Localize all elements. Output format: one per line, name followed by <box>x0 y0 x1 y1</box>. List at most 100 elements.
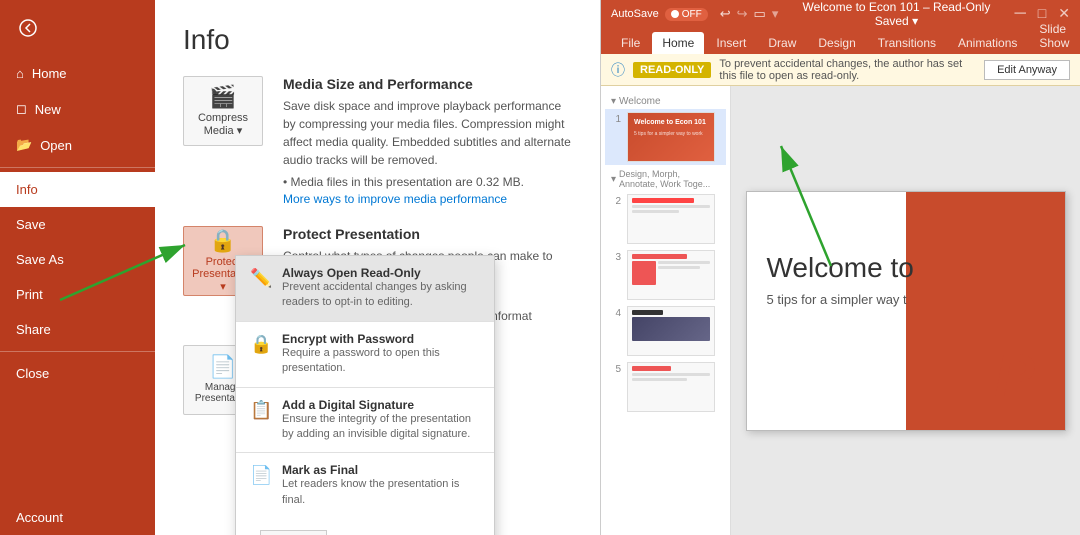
slide-thumb-2 <box>627 194 715 244</box>
presenter-icon[interactable]: ▭ <box>754 6 766 22</box>
slide-title-text-1: Welcome to Econ 101 <box>634 119 706 126</box>
sidebar-item-saveas[interactable]: Save As <box>0 242 155 277</box>
slide-item-1[interactable]: 1 Welcome to Econ 101 5 tips for a simpl… <box>605 109 726 165</box>
media-size-desc: Save disk space and improve playback per… <box>283 97 572 169</box>
lock-icon: 🔒 <box>209 230 236 252</box>
tab-home[interactable]: Home <box>652 32 704 54</box>
page-title: Info <box>183 24 572 56</box>
back-button[interactable] <box>8 8 48 48</box>
slide-thumb-5 <box>627 362 715 412</box>
sidebar-saveas-label: Save As <box>16 252 64 267</box>
tab-transitions[interactable]: Transitions <box>868 32 946 54</box>
home-icon: ⌂ <box>16 66 24 81</box>
sidebar-item-close[interactable]: Close <box>0 356 155 391</box>
media-size-text: Media Size and Performance Save disk spa… <box>283 76 572 206</box>
slide-thumb-1: Welcome to Econ 101 5 tips for a simpler… <box>627 112 715 162</box>
sidebar-new-label: New <box>35 102 61 117</box>
dropdown-item-password[interactable]: 🔒 Encrypt with Password Require a passwo… <box>236 322 494 387</box>
sidebar-home-label: Home <box>32 66 67 81</box>
sidebar-account-label: Account <box>16 510 63 525</box>
more-icon[interactable]: ▾ <box>772 6 779 22</box>
media-size-title: Media Size and Performance <box>283 76 572 92</box>
slide-group-welcome: ▾ Welcome <box>605 92 726 109</box>
sidebar-bottom: Account <box>0 500 155 535</box>
slide-main-title: Welcome to <box>767 252 914 284</box>
minimize-button[interactable]: ─ <box>1014 5 1025 23</box>
group-welcome-label: Welcome <box>619 96 661 107</box>
signature-content: Add a Digital Signature Ensure the integ… <box>282 398 480 443</box>
signature-desc: Ensure the integrity of the presentation… <box>282 412 480 443</box>
password-desc: Require a password to open this presenta… <box>282 346 480 377</box>
powerpoint-logo: P <box>994 341 1034 410</box>
sidebar-divider-1 <box>0 167 155 168</box>
sidebar-item-new[interactable]: ◻ New <box>0 91 155 127</box>
sidebar-save-label: Save <box>16 217 46 232</box>
media-size-section: 🎬 CompressMedia ▾ Media Size and Perform… <box>183 76 572 206</box>
slide-sub-text-1: 5 tips for a simpler way to work <box>634 131 703 137</box>
new-icon: ◻ <box>16 101 27 117</box>
sidebar-print-label: Print <box>16 287 43 302</box>
slide-bg-shape <box>906 192 1065 430</box>
signature-title: Add a Digital Signature <box>282 398 480 412</box>
final-icon: 📄 <box>250 465 272 486</box>
tab-insert[interactable]: Insert <box>706 32 756 54</box>
media-size-detail: Media files in this presentation are 0.3… <box>283 173 572 191</box>
sidebar: ⌂ Home ◻ New 📂 Open Info Save Save As Pr… <box>0 0 155 535</box>
tab-file[interactable]: File <box>611 32 650 54</box>
final-desc: Let readers know the presentation is fin… <box>282 477 480 508</box>
tab-draw[interactable]: Draw <box>758 32 806 54</box>
sidebar-item-save[interactable]: Save <box>0 207 155 242</box>
sidebar-item-print[interactable]: Print <box>0 277 155 312</box>
password-content: Encrypt with Password Require a password… <box>282 332 480 377</box>
left-panel: ⌂ Home ◻ New 📂 Open Info Save Save As Pr… <box>0 0 600 535</box>
tab-animations[interactable]: Animations <box>948 32 1027 54</box>
media-performance-link[interactable]: More ways to improve media performance <box>283 192 507 206</box>
history-row: History <box>236 518 494 535</box>
slide-num-5: 5 <box>609 362 621 375</box>
ribbon-tabs: File Home Insert Draw Design Transitions… <box>601 28 1080 54</box>
compress-media-button[interactable]: 🎬 CompressMedia ▾ <box>183 76 263 146</box>
slide-item-2[interactable]: 2 <box>605 191 726 247</box>
sidebar-info-label: Info <box>16 182 38 197</box>
slide-main-subtitle: 5 tips for a simpler way t <box>767 292 907 307</box>
readonly-title: Always Open Read-Only <box>282 266 480 280</box>
undo-icon[interactable]: ↩ <box>720 6 731 22</box>
slide-item-3[interactable]: 3 <box>605 247 726 303</box>
slide-num-2: 2 <box>609 194 621 207</box>
dropdown-item-signature[interactable]: 📋 Add a Digital Signature Ensure the int… <box>236 388 494 453</box>
slide-item-4[interactable]: 4 <box>605 303 726 359</box>
readonly-icon: ✏️ <box>250 268 272 289</box>
info-icon: ⓘ <box>611 60 625 80</box>
readonly-bar: ⓘ READ-ONLY To prevent accidental change… <box>601 54 1080 86</box>
slide-group-design: ▾ Design, Morph, Annotate, Work Toge... <box>605 165 726 191</box>
autosave-toggle[interactable]: OFF <box>665 8 708 21</box>
right-panel: AutoSave OFF ↩ ↪ ▭ ▾ Welcome to Econ 101… <box>600 0 1080 535</box>
protect-title: Protect Presentation <box>283 226 572 242</box>
dropdown-item-readonly[interactable]: ✏️ Always Open Read-Only Prevent acciden… <box>236 256 494 321</box>
slide-num-4: 4 <box>609 306 621 319</box>
slide-num-3: 3 <box>609 250 621 263</box>
sidebar-divider-2 <box>0 351 155 352</box>
sidebar-open-label: Open <box>40 138 72 153</box>
sidebar-item-home[interactable]: ⌂ Home <box>0 56 155 91</box>
edit-anyway-button[interactable]: Edit Anyway <box>984 60 1070 80</box>
tab-slideshow[interactable]: Slide Show <box>1029 18 1079 54</box>
slide-num-1: 1 <box>609 112 621 125</box>
slides-panel: ▾ Welcome 1 Welcome to Econ 101 5 tips f… <box>601 86 731 535</box>
sidebar-item-account[interactable]: Account <box>0 500 155 535</box>
sidebar-item-open[interactable]: 📂 Open <box>0 127 155 163</box>
readonly-badge: READ-ONLY <box>633 62 711 78</box>
redo-icon[interactable]: ↪ <box>737 6 748 22</box>
history-button[interactable]: History <box>260 530 327 535</box>
big-slide: Welcome to 5 tips for a simpler way t P <box>746 191 1066 431</box>
slides-area: ▾ Welcome 1 Welcome to Econ 101 5 tips f… <box>601 86 1080 535</box>
compress-label: CompressMedia ▾ <box>198 112 248 137</box>
dropdown-item-final[interactable]: 📄 Mark as Final Let readers know the pre… <box>236 453 494 518</box>
tab-design[interactable]: Design <box>808 32 865 54</box>
sidebar-item-info[interactable]: Info <box>0 172 155 207</box>
autosave-state: OFF <box>682 9 702 20</box>
slide-item-5[interactable]: 5 <box>605 359 726 415</box>
compress-icon: 🎬 <box>209 86 236 108</box>
sidebar-item-share[interactable]: Share <box>0 312 155 347</box>
chevron-icon: ▾ <box>611 96 616 107</box>
